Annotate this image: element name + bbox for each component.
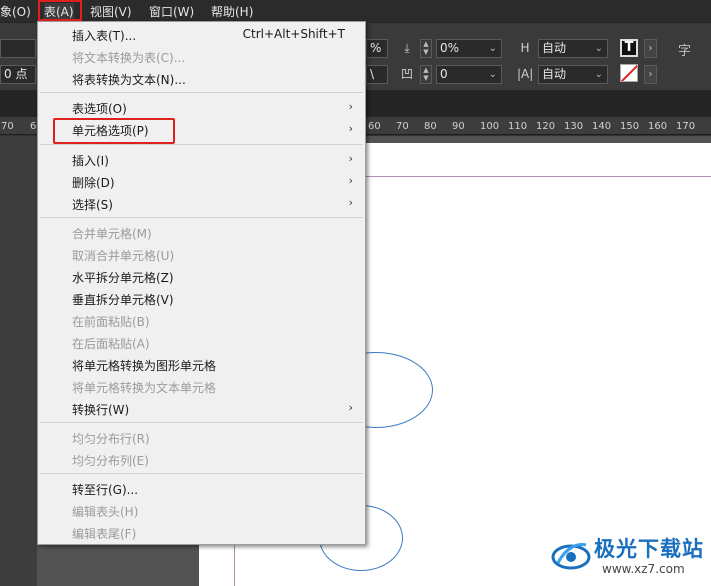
menu-item-go-to-row[interactable]: 转至行(G)... — [72, 481, 138, 498]
submenu-arrow-icon: › — [348, 152, 353, 165]
zero-field[interactable]: 0 ⌄ — [436, 65, 502, 84]
baseline-shift-icon: ⤓ — [404, 41, 410, 55]
menu-item-convert-text-to-table[interactable]: 将文本转换为表(C)... — [72, 49, 185, 66]
ruler-tick: 120 — [536, 121, 556, 132]
cell-options-highlight — [53, 118, 175, 144]
watermark-logo-icon — [551, 543, 591, 570]
auto-dropdown-icon-1[interactable]: ⌄ — [595, 40, 603, 57]
menu-bar: 象(O) 表(A) 视图(V) 窗口(W) 帮助(H) — [0, 0, 711, 22]
kerning-icon: H — [520, 41, 530, 55]
watermark-title: 极光下载站 — [594, 537, 704, 561]
submenu-arrow-icon: › — [348, 174, 353, 187]
menu-item-convert-table-to-text[interactable]: 将表转换为文本(N)... — [72, 71, 186, 88]
menu-item-edit-header[interactable]: 编辑表头(H) — [72, 503, 138, 520]
ruler-tick: 110 — [508, 121, 528, 132]
watermark: 极光下载站 www.xz7.com — [550, 527, 710, 583]
more-arrow-button-1[interactable]: › — [644, 39, 657, 58]
zero-spinner[interactable]: ▲ ▼ — [420, 65, 432, 84]
vertical-ruler — [0, 136, 37, 586]
menu-item-distribute-columns[interactable]: 均匀分布列(E) — [72, 452, 149, 469]
percent-value: 0% — [440, 41, 460, 55]
character-label: 字 — [678, 44, 692, 59]
menu-help[interactable]: 帮助(H) — [211, 3, 253, 20]
menu-separator — [40, 92, 363, 93]
none-swatch-icon[interactable] — [620, 64, 638, 82]
partial-label-1: % — [370, 41, 382, 55]
point-size-field[interactable]: 0 点 — [0, 65, 36, 84]
more-arrow-button-2[interactable]: › — [644, 65, 657, 84]
partial-label-2: \ — [370, 67, 375, 81]
skew-icon: 凹 — [400, 67, 413, 81]
menu-separator — [40, 422, 363, 423]
menu-item-unmerge-cells[interactable]: 取消合并单元格(U) — [72, 247, 174, 264]
ruler-tick: 140 — [592, 121, 612, 132]
menu-item-table-options[interactable]: 表选项(O) — [72, 100, 127, 117]
percent-field[interactable]: 0% ⌄ — [436, 39, 502, 58]
submenu-arrow-icon: › — [348, 100, 353, 113]
ruler-tick: 90 — [452, 121, 465, 132]
text-fill-icon[interactable]: T — [620, 39, 638, 57]
partial-field-2[interactable]: \ — [366, 65, 388, 84]
menu-item-edit-footer[interactable]: 编辑表尾(F) — [72, 525, 136, 542]
menu-item-convert-to-graphic-cell[interactable]: 将单元格转换为图形单元格 — [72, 357, 216, 374]
auto-select-1[interactable]: 自动 ⌄ — [538, 39, 608, 58]
ruler-tick: 130 — [564, 121, 584, 132]
menu-item-insert-table[interactable]: 插入表(T)... — [72, 27, 136, 44]
partial-field-1[interactable]: % — [366, 39, 388, 58]
menu-window[interactable]: 窗口(W) — [149, 3, 194, 20]
percent-spinner[interactable]: ▲ ▼ — [420, 39, 432, 58]
percent-dropdown-icon[interactable]: ⌄ — [489, 40, 497, 57]
menu-item-convert-to-text-cell[interactable]: 将单元格转换为文本单元格 — [72, 379, 216, 396]
menu-separator — [40, 473, 363, 474]
menu-item-merge-cells[interactable]: 合并单元格(M) — [72, 225, 152, 242]
top-left-field[interactable] — [0, 39, 36, 58]
submenu-arrow-icon: › — [348, 122, 353, 135]
submenu-arrow-icon: › — [348, 196, 353, 209]
insert-table-shortcut: Ctrl+Alt+Shift+T — [242, 27, 345, 41]
zero-dropdown-icon[interactable]: ⌄ — [489, 66, 497, 83]
ruler-tick: 160 — [648, 121, 668, 132]
menu-separator — [40, 217, 363, 218]
zero-value: 0 — [440, 67, 448, 81]
menu-item-select[interactable]: 选择(S) — [72, 196, 113, 213]
ruler-tick: 150 — [620, 121, 640, 132]
menu-item-convert-rows[interactable]: 转换行(W) — [72, 401, 129, 418]
tracking-icon: |A| — [517, 67, 534, 81]
menu-item-split-horizontal[interactable]: 水平拆分单元格(Z) — [72, 269, 174, 286]
point-size-value: 0 点 — [4, 67, 28, 81]
watermark-url: www.xz7.com — [602, 562, 685, 576]
submenu-arrow-icon: › — [348, 401, 353, 414]
menu-item-paste-before[interactable]: 在前面粘贴(B) — [72, 313, 150, 330]
menu-separator — [40, 144, 363, 145]
ruler-tick: 60 — [368, 121, 381, 132]
menu-item-distribute-rows[interactable]: 均匀分布行(R) — [72, 430, 150, 447]
ruler-tick: 170 — [676, 121, 696, 132]
menu-item-delete[interactable]: 删除(D) — [72, 174, 115, 191]
menu-view[interactable]: 视图(V) — [90, 3, 132, 20]
table-menu: 插入表(T)... Ctrl+Alt+Shift+T 将文本转换为表(C)...… — [37, 21, 366, 545]
auto-select-2[interactable]: 自动 ⌄ — [538, 65, 608, 84]
ruler-tick: 80 — [424, 121, 437, 132]
table-menu-highlight — [38, 0, 82, 21]
auto-dropdown-icon-2[interactable]: ⌄ — [595, 66, 603, 83]
auto-value-1: 自动 — [542, 41, 567, 55]
ruler-tick: 70 — [1, 121, 14, 132]
menu-object[interactable]: 象(O) — [0, 3, 31, 20]
menu-item-split-vertical[interactable]: 垂直拆分单元格(V) — [72, 291, 174, 308]
ruler-tick: 70 — [396, 121, 409, 132]
menu-item-insert[interactable]: 插入(I) — [72, 152, 109, 169]
menu-item-paste-after[interactable]: 在后面粘贴(A) — [72, 335, 150, 352]
auto-value-2: 自动 — [542, 67, 567, 81]
ruler-tick: 100 — [480, 121, 500, 132]
